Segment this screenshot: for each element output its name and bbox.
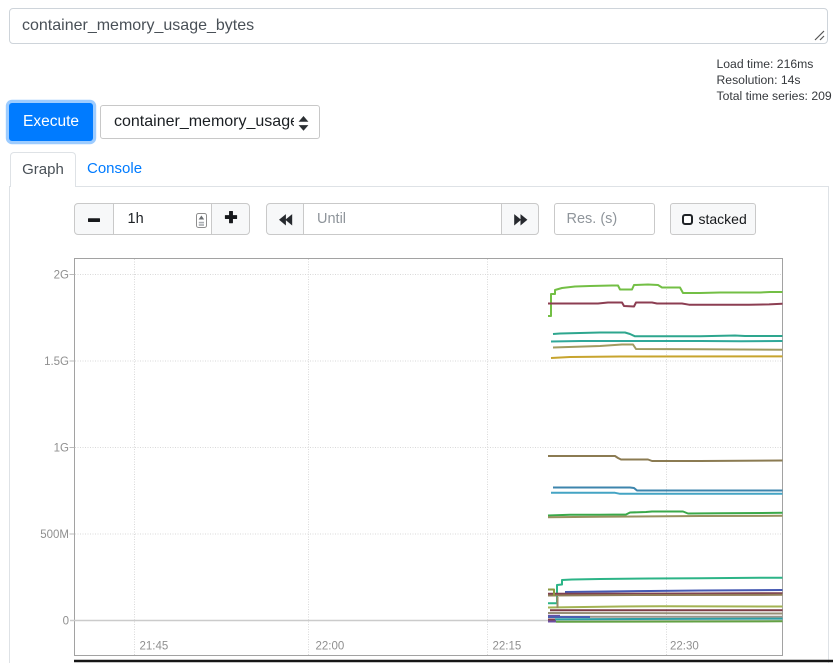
svg-text:500M: 500M <box>40 529 69 541</box>
svg-text:1G: 1G <box>54 442 69 454</box>
svg-text:2G: 2G <box>54 269 69 281</box>
svg-text:21:45: 21:45 <box>140 641 169 653</box>
svg-text:1.5G: 1.5G <box>44 356 69 368</box>
svg-text:22:30: 22:30 <box>670 641 699 653</box>
svg-text:22:15: 22:15 <box>493 641 522 653</box>
svg-text:0: 0 <box>63 615 69 627</box>
svg-text:22:00: 22:00 <box>316 641 345 653</box>
